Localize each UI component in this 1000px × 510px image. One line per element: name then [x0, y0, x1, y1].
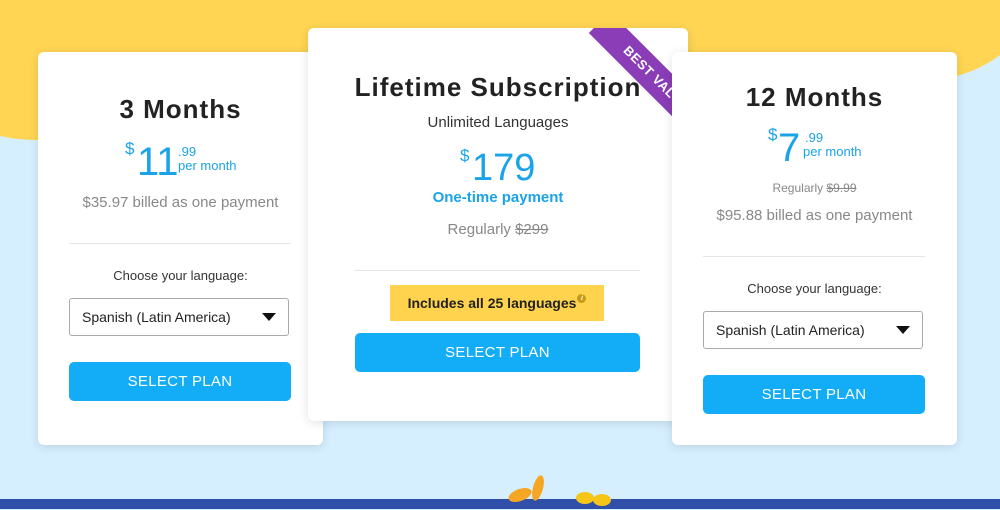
caret-down-icon: [262, 313, 276, 321]
regular-prefix: Regularly: [772, 181, 827, 195]
plan-card-12-months: 12 Months $ 7 .99 per month Regularly $9…: [672, 52, 957, 445]
price-whole: 7: [778, 126, 801, 170]
plan-price: $ 7 .99 per month: [768, 124, 918, 174]
flower-decoration-icon: [508, 475, 611, 506]
plan-price: $ 11 .99 per month: [125, 136, 275, 186]
price-whole: 11: [137, 140, 179, 184]
includes-badge: Includes all 25 languages i: [390, 285, 604, 321]
currency-symbol: $: [460, 146, 470, 165]
select-plan-button[interactable]: SELECT PLAN: [703, 375, 925, 414]
currency-symbol: $: [125, 139, 135, 158]
language-label: Choose your language:: [113, 268, 248, 283]
language-select-value: Spanish (Latin America): [716, 322, 865, 338]
select-plan-button[interactable]: SELECT PLAN: [355, 333, 640, 372]
plan-card-lifetime: BEST VALUE Lifetime Subscription Unlimit…: [308, 28, 688, 421]
plan-subtitle: Unlimited Languages: [427, 114, 569, 131]
price-period: per month: [178, 158, 237, 173]
regular-prefix: Regularly: [447, 221, 516, 238]
divider: [703, 256, 925, 257]
plan-title: Lifetime Subscription: [354, 72, 642, 102]
language-select-value: Spanish (Latin America): [82, 309, 231, 325]
language-select[interactable]: Spanish (Latin America): [69, 298, 289, 336]
regular-price-struck: $9.99: [826, 181, 857, 195]
includes-text: Includes all 25 languages: [407, 295, 577, 311]
select-plan-button[interactable]: SELECT PLAN: [69, 362, 291, 401]
plan-card-3-months: 3 Months $ 11 .99 per month $35.97 bille…: [38, 52, 323, 445]
info-icon[interactable]: i: [577, 294, 587, 303]
one-time-label: One-time payment: [432, 189, 564, 206]
price-cents: .99: [805, 130, 824, 145]
caret-down-icon: [896, 326, 910, 334]
billing-note: $35.97 billed as one payment: [82, 194, 279, 211]
language-select[interactable]: Spanish (Latin America): [703, 311, 923, 349]
language-label: Choose your language:: [747, 281, 882, 296]
currency-symbol: $: [768, 125, 778, 144]
price-cents: .99: [178, 144, 197, 159]
price-whole: 179: [472, 147, 536, 189]
price-period: per month: [803, 144, 862, 159]
regular-price-struck: $299: [515, 221, 549, 238]
divider: [354, 270, 640, 271]
divider: [69, 243, 291, 244]
billing-note: $95.88 billed as one payment: [716, 207, 913, 224]
plan-title: 3 Months: [119, 94, 242, 124]
regular-price: Regularly $9.99: [672, 181, 957, 195]
regular-price: Regularly $299: [308, 221, 688, 238]
plan-title: 12 Months: [745, 82, 884, 112]
